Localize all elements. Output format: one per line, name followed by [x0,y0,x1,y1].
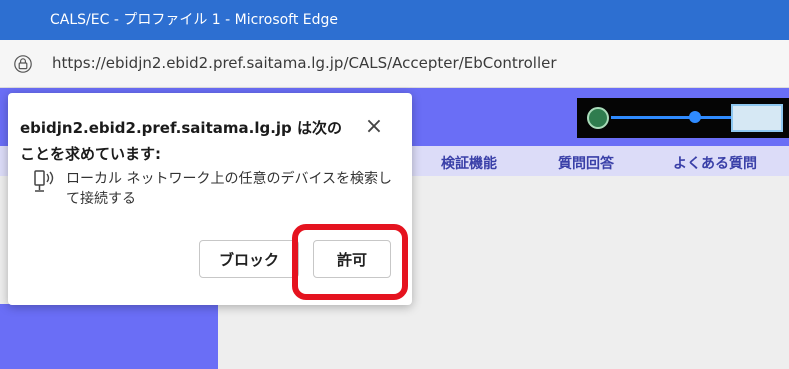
site-logo [577,98,789,138]
window-icon [731,104,783,132]
left-panel [0,304,218,369]
nav-item-faq[interactable]: よくある質問 [673,153,757,173]
window-titlebar: CALS/EC - プロファイル 1 - Microsoft Edge [0,0,789,40]
nav-item-qa[interactable]: 質問回答 [558,153,614,173]
network-device-icon [34,170,54,192]
dialog-description: ローカル ネットワーク上の任意のデバイスを検索して接続する [66,171,393,207]
allow-button[interactable]: 許可 [313,240,391,278]
globe-icon [587,107,609,129]
logo-line [611,116,731,119]
logo-dot [689,111,701,123]
url-text[interactable]: https://ebidjn2.ebid2.pref.saitama.lg.jp… [52,54,557,72]
block-button[interactable]: ブロック [199,240,299,278]
nav-item-verification[interactable]: 検証機能 [441,153,497,173]
window-title: CALS/EC - プロファイル 1 - Microsoft Edge [50,12,339,28]
close-icon[interactable]: × [361,114,387,140]
address-bar[interactable]: https://ebidjn2.ebid2.pref.saitama.lg.jp… [0,40,789,88]
lock-icon[interactable] [14,55,32,73]
dialog-title: ebidjn2.ebid2.pref.saitama.lg.jp は次のことを求… [20,119,342,163]
permission-dialog: ebidjn2.ebid2.pref.saitama.lg.jp は次のことを求… [8,93,412,305]
